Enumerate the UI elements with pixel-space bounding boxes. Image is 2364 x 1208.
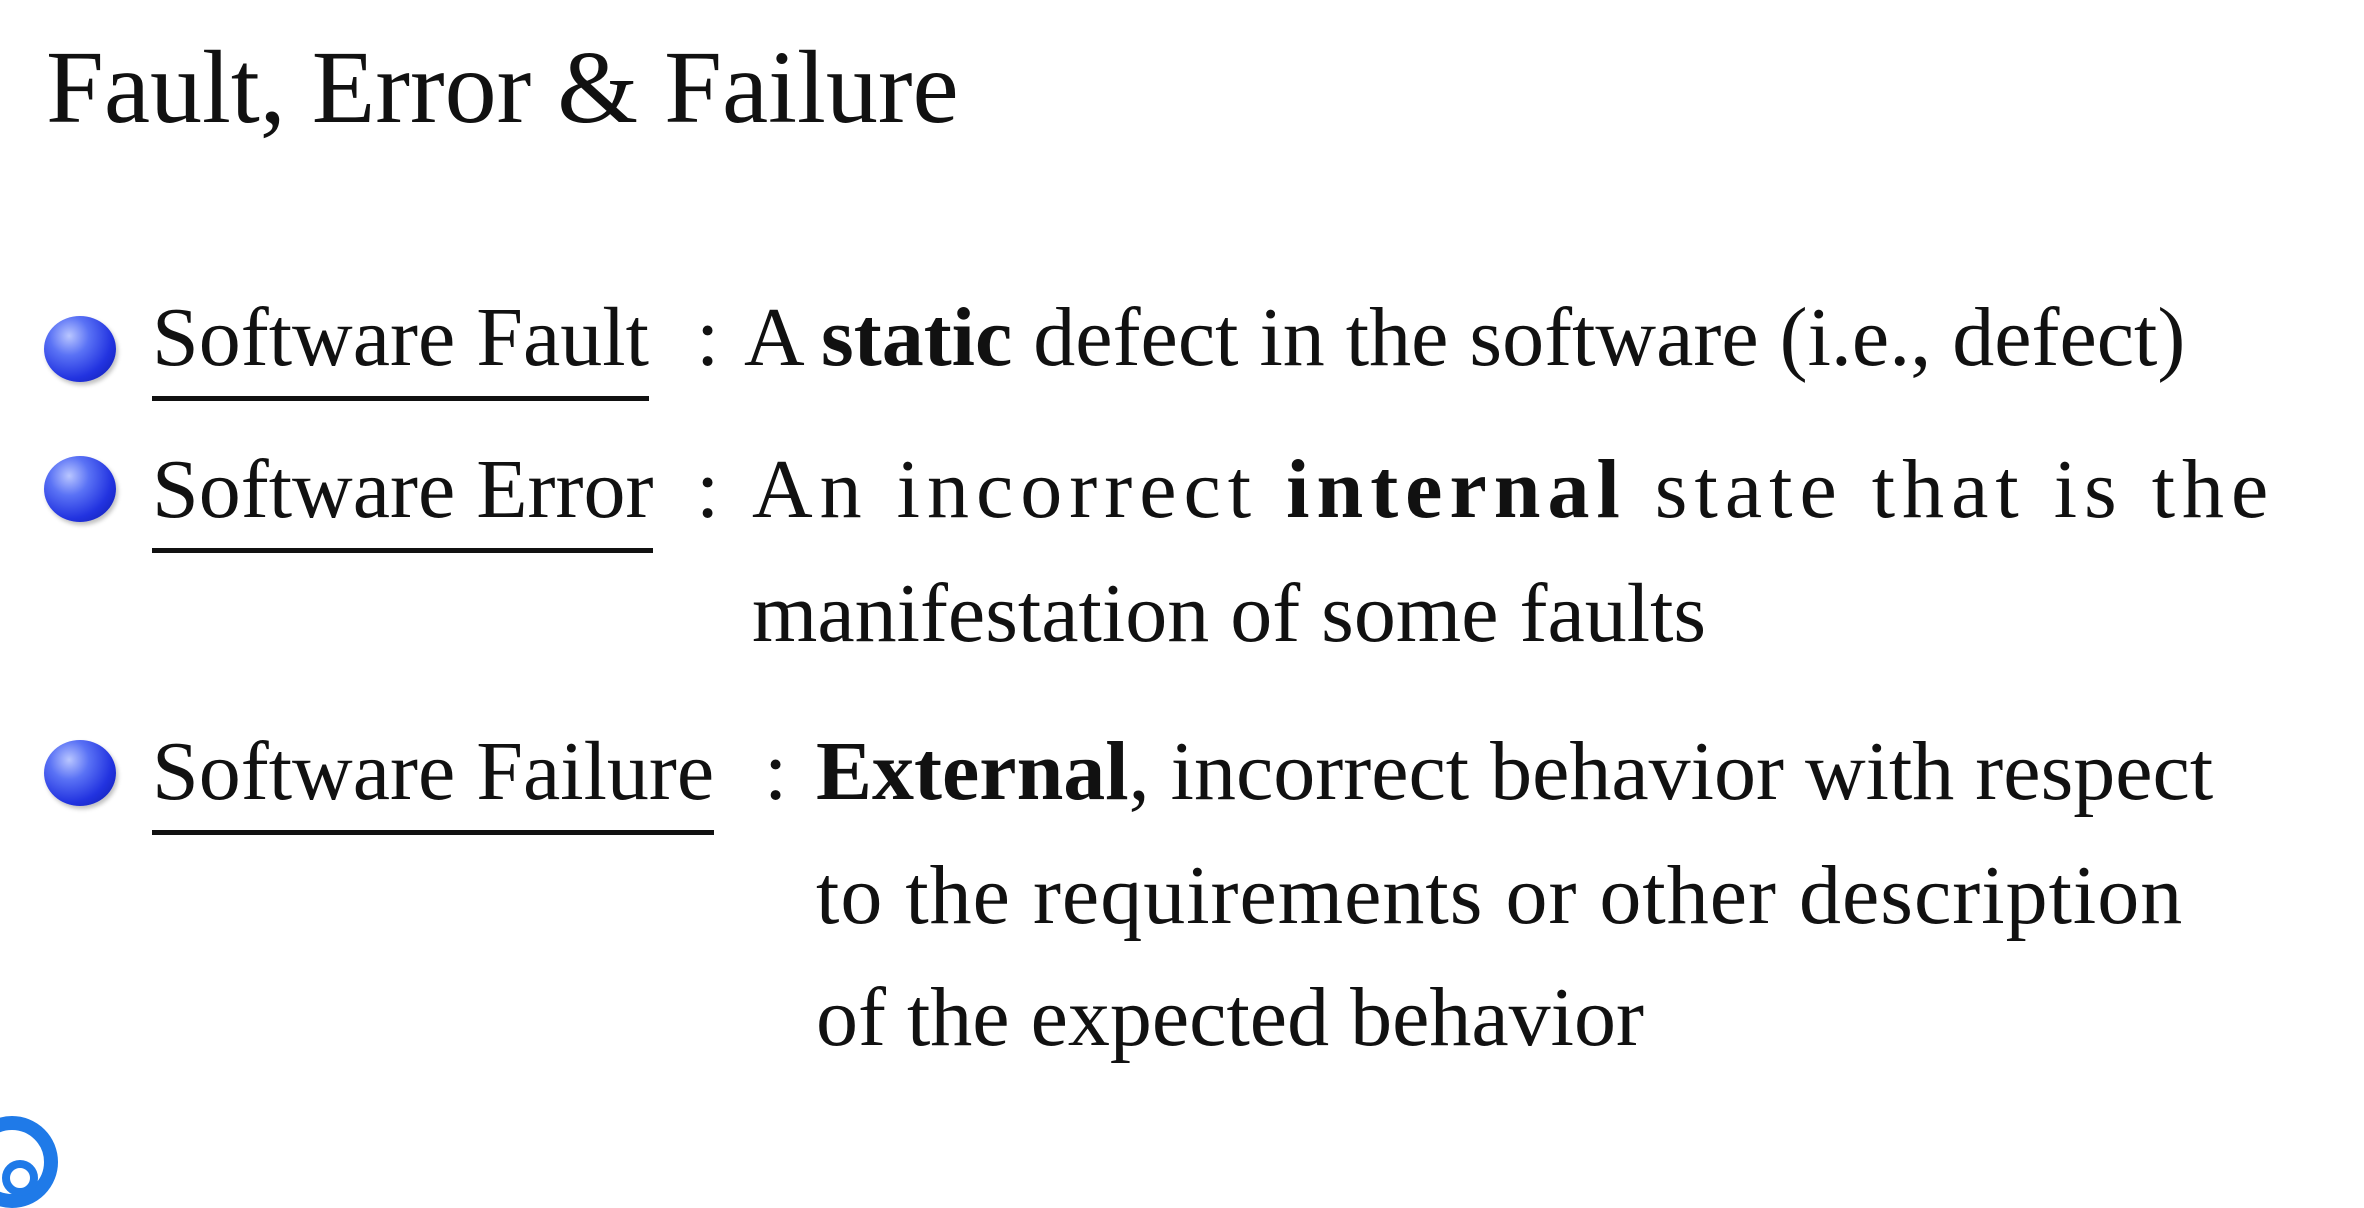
definition-line: manifestation of some faults <box>752 567 1707 660</box>
definition-item-error: Software Error : An incorrect internal s… <box>0 434 2364 684</box>
definition-line: A static defect in the software (i.e., d… <box>744 291 2186 384</box>
definition-item-failure: Software Failure : External, incorrect b… <box>0 716 2364 1096</box>
term-colon: : <box>696 443 720 536</box>
definition-line: of the expected behavior <box>816 971 1644 1064</box>
term-colon: : <box>764 725 788 818</box>
term-colon: : <box>696 291 720 384</box>
definition-line: An incorrect internal state that is the <box>752 443 2276 536</box>
term-software-fault: Software Fault <box>152 282 649 401</box>
definition-item-fault: Software Fault : A static defect in the … <box>0 282 2364 412</box>
slide: Fault, Error & Failure Software Fault : … <box>0 0 2364 1208</box>
app-logo-icon[interactable] <box>0 1116 58 1208</box>
definition-line: External, incorrect behavior with respec… <box>816 725 2214 818</box>
slide-title: Fault, Error & Failure <box>46 30 959 145</box>
term-software-failure: Software Failure <box>152 716 715 835</box>
term-software-error: Software Error <box>152 434 654 553</box>
definition-line: to the requirements or other description <box>816 849 2184 942</box>
